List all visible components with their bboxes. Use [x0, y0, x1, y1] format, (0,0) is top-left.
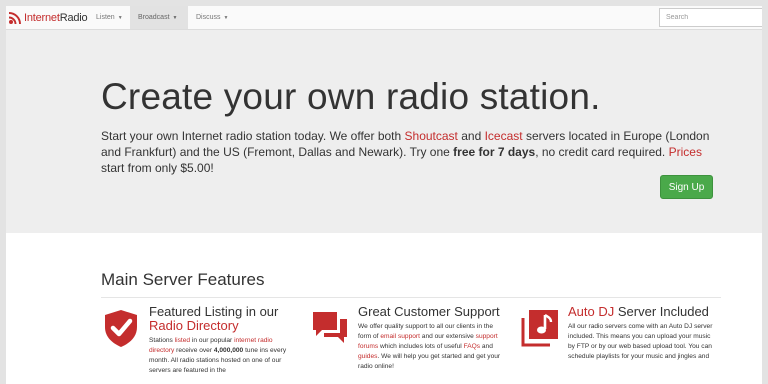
caret-down-icon: ▼	[172, 14, 178, 21]
feature-title: Auto DJ Server Included	[568, 305, 718, 319]
section-divider	[101, 297, 721, 298]
feature-description: We offer quality support to all our clie…	[358, 322, 508, 372]
hero-lead-text: start from only $5.00!	[101, 161, 214, 175]
hero-lead-text: and	[457, 129, 485, 143]
feature-title: Featured Listing in our Radio Directory	[149, 305, 299, 333]
feature-description: All our radio servers come with an Auto …	[568, 323, 713, 360]
feature-title-text: Featured Listing in our	[149, 304, 279, 319]
guides-link[interactable]: guides	[358, 353, 377, 360]
browser-viewport: InternetRadio Listen ▼ Broadcast ▼ Discu…	[6, 6, 762, 384]
feature-text: which includes lots of useful	[378, 343, 464, 350]
brand-name-internet: Internet	[24, 12, 60, 24]
auto-dj-link[interactable]: Auto DJ	[568, 304, 614, 319]
hero-title: Create your own radio station.	[101, 76, 601, 117]
icecast-link[interactable]: Icecast	[485, 129, 523, 143]
nav-listen-label: Listen	[96, 14, 115, 21]
feature-text: receive over	[174, 347, 214, 354]
brand-name-radio: Radio	[59, 12, 88, 24]
free-trial-text: free for 7 days	[453, 145, 536, 159]
nav-discuss-dropdown[interactable]: Discuss ▼	[188, 6, 240, 29]
hero-jumbotron: Create your own radio station. Start you…	[6, 30, 762, 233]
feature-description: Stations listed in our popular internet …	[149, 336, 299, 376]
feature-body: Featured Listing in our Radio Directory …	[149, 305, 299, 376]
hero-lead-text: , no credit card required.	[535, 145, 669, 159]
chat-bubbles-icon	[313, 312, 347, 343]
radio-directory-link[interactable]: Radio Directory	[149, 318, 239, 333]
shoutcast-link[interactable]: Shoutcast	[405, 129, 458, 143]
prices-link[interactable]: Prices	[669, 145, 702, 159]
feature-title: Great Customer Support	[358, 304, 500, 319]
feature-text: and our extensive	[419, 333, 476, 340]
nav-discuss-label: Discuss	[196, 14, 221, 21]
sign-up-button[interactable]: Sign Up	[660, 175, 713, 199]
nav-broadcast-dropdown[interactable]: Broadcast ▼	[130, 6, 188, 29]
feature-text: Stations	[149, 337, 175, 344]
tune-ins-count: 4,000,000	[213, 347, 244, 354]
search-input[interactable]	[659, 8, 762, 27]
caret-down-icon: ▼	[117, 14, 123, 21]
faqs-link[interactable]: FAQs	[464, 343, 481, 350]
features-heading: Main Server Features	[101, 270, 265, 289]
feature-text: in our popular	[190, 337, 235, 344]
nav-broadcast-label: Broadcast	[138, 14, 170, 21]
hero-lead: Start your own Internet radio station to…	[101, 128, 721, 176]
radio-waves-icon	[8, 12, 21, 25]
feature-body: Auto DJ Server Included All our radio se…	[568, 305, 718, 362]
nav-listen-dropdown[interactable]: Listen ▼	[88, 6, 130, 29]
listed-link[interactable]: listed	[175, 337, 190, 344]
shield-check-icon	[105, 310, 137, 347]
brand-name: InternetRadio	[24, 12, 88, 24]
navbar: InternetRadio Listen ▼ Broadcast ▼ Discu…	[6, 6, 762, 30]
feature-text: . We will help you get started and get y…	[358, 353, 501, 370]
hero-lead-text: Start your own Internet radio station to…	[101, 129, 405, 143]
feature-text: and	[480, 343, 493, 350]
email-support-link[interactable]: email support	[380, 333, 420, 340]
feature-title-text: Server Included	[614, 304, 709, 319]
caret-down-icon: ▼	[223, 14, 229, 21]
music-note-icon	[521, 310, 558, 347]
brand-logo-link[interactable]: InternetRadio	[8, 10, 88, 26]
feature-body: Great Customer Support We offer quality …	[358, 305, 508, 372]
